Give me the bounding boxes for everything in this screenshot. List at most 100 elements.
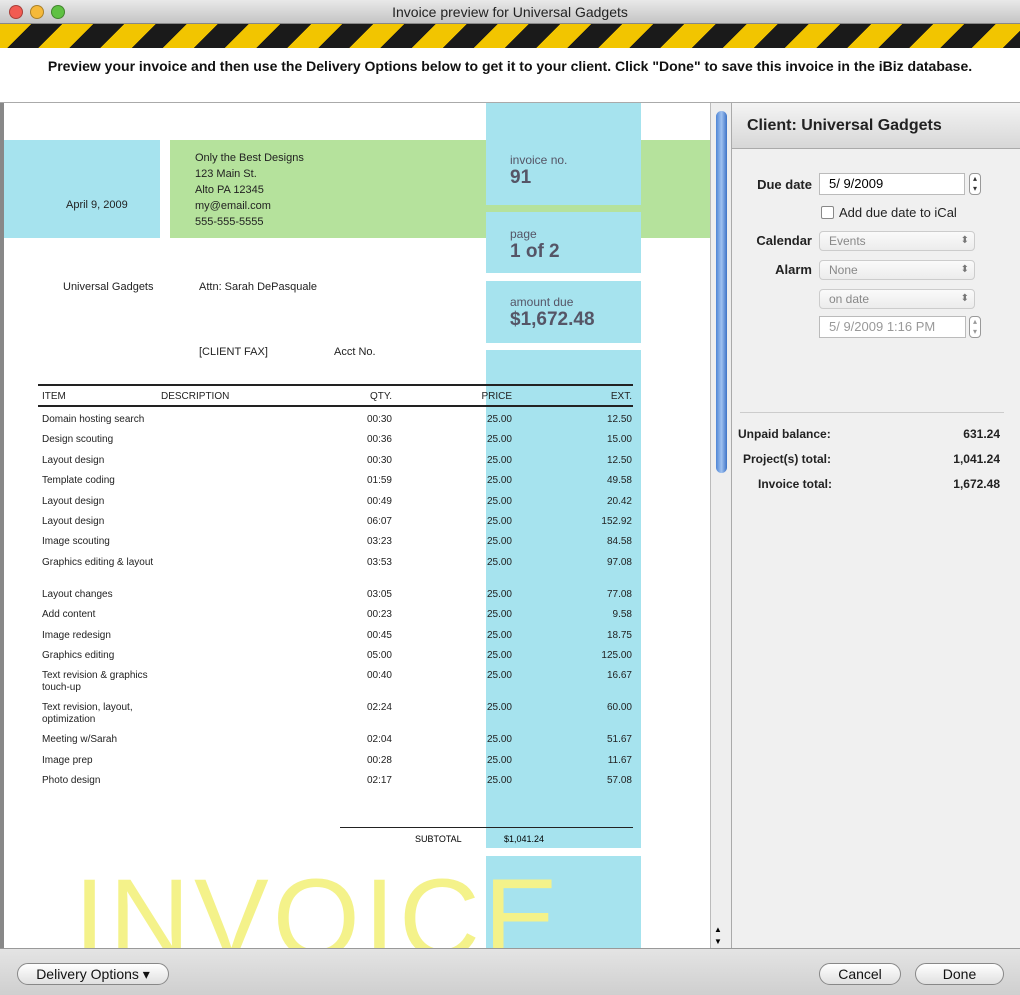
instructions: Preview your invoice and then use the De… — [0, 48, 1020, 103]
row-item: Meeting w/Sarah — [42, 734, 118, 746]
row-qty: 06:07 — [366, 516, 392, 527]
row-item: Layout changes — [42, 588, 113, 600]
row-price: 25.00 — [486, 702, 512, 714]
date-box — [4, 140, 160, 238]
invoice-total-label: Invoice total: — [758, 477, 833, 491]
row-price: 25.00 — [486, 650, 512, 661]
row-qty: 03:05 — [366, 588, 392, 600]
row-ext: 84.58 — [606, 536, 632, 548]
divider — [740, 412, 1004, 413]
hazard-stripe — [0, 24, 1020, 48]
subtotal-value: $1,041.24 — [504, 834, 545, 844]
unpaid-value: 631.24 — [963, 427, 1000, 441]
row-item: Add content — [42, 609, 96, 621]
preview-scrollbar[interactable]: ▲ ▼ — [710, 103, 732, 948]
ical-label: Add due date to iCal — [839, 205, 957, 220]
row-price: 25.00 — [486, 454, 512, 466]
close-button[interactable] — [9, 5, 23, 19]
row-qty: 00:45 — [366, 629, 392, 641]
amount-due: amount due $1,672.48 — [510, 295, 595, 330]
due-date-stepper[interactable]: ▴ ▾ — [969, 173, 981, 195]
unpaid-label: Unpaid balance: — [738, 427, 831, 441]
row-item: Template coding — [42, 475, 115, 487]
row-qty: 00:36 — [366, 434, 392, 446]
row-price: 25.00 — [486, 670, 512, 682]
row-item: Layout design — [42, 454, 105, 466]
calendar-select[interactable]: Events — [819, 231, 975, 251]
alarm-select[interactable]: None — [819, 260, 975, 280]
client-name: Universal Gadgets — [63, 281, 154, 293]
row-price: 25.00 — [486, 516, 512, 527]
row-qty: 03:23 — [366, 536, 392, 548]
row-item: Graphics editing & layout — [42, 556, 154, 568]
row-ext: 125.00 — [601, 650, 632, 661]
row-qty: 01:59 — [366, 475, 392, 487]
cancel-button[interactable]: Cancel — [819, 963, 901, 985]
projects-label: Project(s) total: — [743, 452, 832, 466]
row-qty: 00:23 — [366, 609, 392, 621]
row-qty: 02:04 — [366, 734, 392, 746]
row-qty: 00:28 — [366, 754, 392, 766]
row-price: 25.00 — [486, 536, 512, 548]
panel-title: Client: Universal Gadgets — [732, 103, 1020, 149]
row-qty: 05:00 — [366, 650, 392, 661]
row-qty: 03:53 — [366, 556, 392, 568]
alarm-datetime-stepper[interactable]: ▴ ▾ — [969, 316, 981, 338]
invoice-total-value: 1,672.48 — [953, 477, 1000, 491]
bottom-bar: Delivery Options ▾ Cancel Done — [0, 948, 1020, 995]
row-item: Text revision, layout, optimization — [42, 702, 133, 726]
client-panel: Client: Universal Gadgets Due date 5/ 9/… — [732, 103, 1020, 948]
title-bar: Invoice preview for Universal Gadgets — [0, 0, 1020, 24]
row-price: 25.00 — [486, 609, 512, 621]
subtotal-label: SUBTOTAL — [415, 834, 462, 844]
scroll-down-arrow-icon[interactable]: ▼ — [714, 937, 722, 946]
window-title: Invoice preview for Universal Gadgets — [392, 4, 628, 20]
scroll-up-arrow-icon[interactable]: ▲ — [714, 925, 722, 934]
row-item: Layout design — [42, 516, 105, 527]
row-ext: 9.58 — [612, 609, 632, 621]
row-ext: 60.00 — [606, 702, 632, 714]
row-qty: 02:24 — [366, 702, 392, 714]
row-price: 25.00 — [486, 414, 512, 425]
row-ext: 49.58 — [606, 475, 632, 487]
row-price: 25.00 — [486, 629, 512, 641]
row-item: Image prep — [42, 754, 93, 766]
done-button[interactable]: Done — [915, 963, 1004, 985]
row-ext: 16.67 — [606, 670, 632, 682]
acct-no: Acct No. — [334, 346, 376, 358]
row-ext: 57.08 — [606, 775, 632, 787]
row-item: Image scouting — [42, 536, 110, 548]
row-price: 25.00 — [486, 495, 512, 507]
page-number: page 1 of 2 — [510, 227, 560, 262]
row-ext: 77.08 — [606, 588, 632, 600]
row-item: Image redesign — [42, 629, 111, 641]
ical-checkbox[interactable] — [821, 206, 834, 219]
row-qty: 00:30 — [366, 414, 392, 425]
minimize-button[interactable] — [30, 5, 44, 19]
due-date-field[interactable]: 5/ 9/2009 — [819, 173, 965, 195]
due-date-label: Due date — [757, 177, 812, 192]
row-price: 25.00 — [486, 775, 512, 787]
alarm-label: Alarm — [775, 262, 812, 277]
row-item: Text revision & graphics touch-up — [42, 670, 148, 694]
alarm-datetime-field[interactable]: 5/ 9/2009 1:16 PM — [819, 316, 966, 338]
divider — [38, 384, 633, 386]
row-price: 25.00 — [486, 434, 512, 446]
row-item: Design scouting — [42, 434, 114, 446]
row-price: 25.00 — [486, 734, 512, 746]
scroll-thumb[interactable] — [716, 111, 727, 473]
row-ext: 97.08 — [606, 556, 632, 568]
row-ext: 15.00 — [606, 434, 632, 446]
row-price: 25.00 — [486, 556, 512, 568]
row-price: 25.00 — [486, 754, 512, 766]
row-item: Domain hosting search — [42, 414, 145, 425]
zoom-button[interactable] — [51, 5, 65, 19]
projects-value: 1,041.24 — [953, 452, 1000, 466]
row-item: Layout design — [42, 495, 105, 507]
delivery-options-button[interactable]: Delivery Options ▾ — [17, 963, 169, 985]
row-price: 25.00 — [486, 475, 512, 487]
alarm-when-select[interactable]: on date — [819, 289, 975, 309]
invoice-no: invoice no. 91 — [510, 153, 568, 188]
row-ext: 12.50 — [606, 454, 632, 466]
row-ext: 20.42 — [606, 495, 632, 507]
